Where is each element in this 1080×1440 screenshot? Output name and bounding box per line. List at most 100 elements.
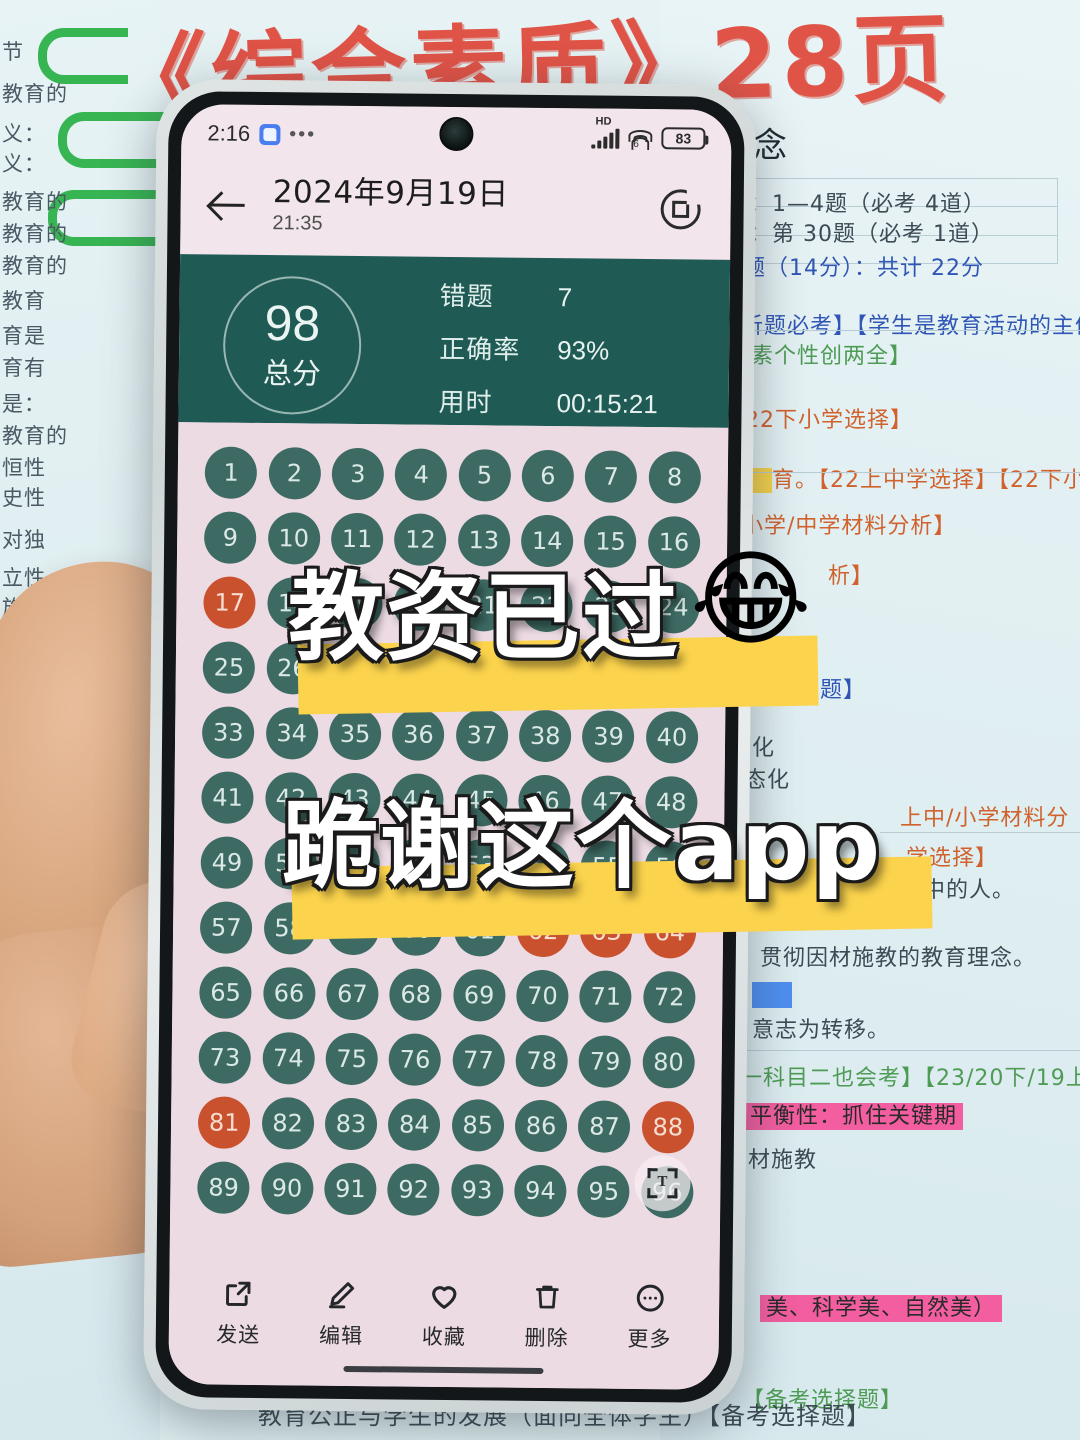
question-bubble-correct[interactable]: 8 [648,451,701,504]
question-bubble-correct[interactable]: 87 [578,1100,631,1153]
overflow-dots-icon: ••• [289,122,317,146]
question-bubble-correct[interactable]: 6 [521,449,575,503]
stat-key: 用时 [438,387,493,418]
question-bubble-correct[interactable]: 37 [455,709,509,762]
note-text-right: 贯彻因材施教的教育理念。 [760,946,1037,971]
question-bubble-wrong[interactable]: 88 [641,1101,695,1154]
question-bubble-correct[interactable]: 90 [260,1162,314,1215]
delete-button[interactable]: 删除 [498,1274,595,1353]
favorite-button[interactable]: 收藏 [396,1272,493,1351]
stat-row: 正确率 93% [439,328,659,367]
question-bubble-correct[interactable]: 36 [392,708,445,761]
wifi-generation-label: 6 [631,136,650,151]
edit-button[interactable]: 编辑 [293,1271,390,1350]
question-bubble-correct[interactable]: 4 [394,448,448,501]
question-bubble-correct[interactable]: 71 [579,970,633,1023]
question-bubble-correct[interactable]: 34 [265,707,318,760]
question-bubble-correct[interactable]: 74 [262,1032,315,1085]
question-bubble-correct[interactable]: 33 [202,706,255,759]
total-score-label: 总分 [262,356,322,391]
question-bubble-correct[interactable]: 82 [261,1097,314,1150]
question-bubble-correct[interactable]: 1 [204,446,258,499]
note-text-right: 美、科学美、自然美） [760,1290,1003,1322]
note-text-left: 史性 [2,486,46,510]
question-bubble-correct[interactable]: 65 [199,966,252,1019]
wifi-icon: 6 [628,129,653,151]
send-label: 发送 [216,1322,261,1348]
question-bubble-wrong[interactable]: 17 [203,576,256,629]
scan-frame-glyph: T [647,1168,678,1199]
question-bubble-correct[interactable]: 7 [585,450,638,503]
stat-key: 错题 [439,281,494,312]
question-bubble-correct[interactable]: 35 [328,707,382,761]
note-text-right: 分析题必考】【学生是教育活动的主体】 [718,308,1080,340]
question-bubble-correct[interactable]: 94 [514,1164,567,1218]
question-bubble-correct[interactable]: 40 [645,711,699,764]
question-bubble-correct[interactable]: 5 [458,449,511,502]
note-text-right: 下小学/中学材料分析】 [718,514,957,539]
note-text-left: 是： [2,392,46,416]
caption-line-2: 跪谢这个app [282,790,883,902]
note-highlight-blue [752,982,792,1008]
question-bubble-correct[interactable]: 49 [200,836,254,889]
question-bubble-correct[interactable]: 70 [516,969,569,1023]
more-dots-icon [634,1275,666,1321]
note-text-right: 育。育。【22上中学选择】【22下小学/中学材料 [718,462,1080,494]
note-text-right: 材施教 [748,1148,818,1173]
text-scan-icon[interactable]: T [634,1154,691,1212]
phone-screen: 2:16 ••• HD 6 83 2024年9月19日 21:35 98 总分 … [168,104,732,1390]
question-bubble-correct[interactable]: 92 [387,1163,440,1216]
question-bubble-correct[interactable]: 75 [325,1032,378,1086]
question-bubble-correct[interactable]: 73 [198,1031,252,1084]
question-bubble-correct[interactable]: 93 [450,1164,504,1217]
question-bubble-correct[interactable]: 41 [201,771,254,824]
note-text-right: 置：1—4题（必考 4道） [726,192,986,217]
note-text-left: 教育的 [2,424,68,448]
message-icon [259,123,281,145]
send-button[interactable]: 发送 [190,1270,287,1349]
signal-bars [591,128,620,149]
status-clock: 2:16 [207,120,251,146]
question-bubble-correct[interactable]: 84 [388,1098,441,1151]
question-bubble-correct[interactable]: 83 [324,1097,378,1151]
question-bubble-correct[interactable]: 86 [514,1099,568,1153]
question-bubble-correct[interactable]: 25 [202,641,256,694]
question-bubble-correct[interactable]: 38 [518,709,572,763]
question-bubble-correct[interactable]: 85 [451,1099,504,1152]
note-text-left: 义： [2,152,46,176]
question-bubble-correct[interactable]: 68 [389,968,442,1021]
status-bar-left: 2:16 ••• [207,120,316,147]
back-arrow-icon[interactable] [206,182,250,226]
redo-circle-icon[interactable] [660,189,701,230]
question-bubble-correct[interactable]: 9 [204,511,257,564]
phone-case: 2:16 ••• HD 6 83 2024年9月19日 21:35 98 总分 … [143,78,757,1416]
question-bubble-correct[interactable]: 72 [642,971,696,1024]
question-bubble-correct[interactable]: 66 [262,967,316,1020]
question-bubble-wrong[interactable]: 81 [197,1096,251,1149]
question-bubble-correct[interactable]: 95 [577,1165,631,1218]
question-bubble-correct[interactable]: 78 [515,1034,569,1088]
question-bubble-correct[interactable]: 77 [452,1034,505,1087]
question-bubble-correct[interactable]: 79 [578,1035,632,1088]
question-bubble-correct[interactable]: 67 [326,967,379,1021]
question-bubble-correct[interactable]: 76 [388,1033,442,1086]
note-divider [880,832,1080,833]
stat-value: 00:15:21 [556,387,658,419]
question-bubble-correct[interactable]: 69 [452,969,506,1022]
more-button[interactable]: 更多 [601,1275,698,1354]
joy-emoji-icon: 😂 [690,542,812,658]
question-bubble-correct[interactable]: 57 [200,901,253,954]
question-bubble-correct[interactable]: 80 [642,1036,695,1089]
question-bubble-correct[interactable]: 2 [268,447,321,500]
question-bubble-correct[interactable]: 39 [582,710,635,763]
pencil-edit-icon [325,1272,357,1318]
question-bubble-correct[interactable]: 91 [324,1162,377,1216]
total-score-ring: 98 总分 [222,275,362,416]
app-bar-titles: 2024年9月19日 21:35 [272,175,509,238]
question-bubble-correct[interactable]: 89 [197,1161,250,1214]
favorite-label: 收藏 [421,1324,466,1350]
share-send-icon [222,1271,254,1317]
question-bubble-correct[interactable]: 3 [331,447,385,501]
note-text-right: 平衡性：抓住关键期 [744,1098,964,1130]
note-text-right: 析】 [828,564,875,589]
